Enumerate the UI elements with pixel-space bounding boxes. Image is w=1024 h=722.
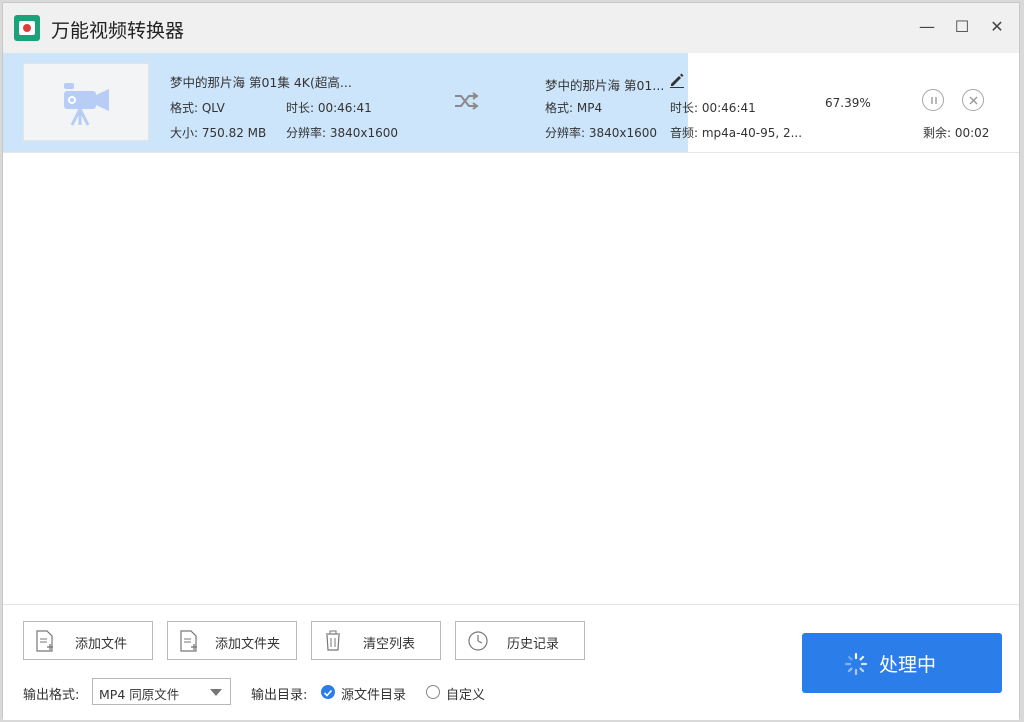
close-button[interactable]: ✕	[987, 17, 1007, 37]
pause-icon	[931, 97, 937, 104]
video-thumbnail	[23, 63, 149, 141]
process-button[interactable]: 处理中	[802, 633, 1002, 693]
output-dir-label: 输出目录:	[251, 688, 308, 703]
pause-button[interactable]	[922, 89, 944, 111]
radio-source-dir-label[interactable]: 源文件目录	[341, 684, 406, 703]
clear-list-label: 清空列表	[363, 637, 416, 652]
minimize-button[interactable]: —	[917, 17, 937, 37]
title-bar: 万能视频转换器 — ☐ ✕	[3, 3, 1019, 54]
history-label: 历史记录	[507, 637, 560, 652]
add-folder-button[interactable]: 添加文件夹	[167, 621, 297, 660]
target-resolution: 分辨率: 3840x1600	[545, 126, 658, 140]
add-file-icon	[36, 630, 53, 652]
target-audio: 音频: mp4a-40-95, 2...	[670, 126, 803, 140]
source-file-name: 梦中的那片海 第01集 4K(超高...	[170, 75, 352, 90]
output-format-select[interactable]: MP4 同原文件	[92, 678, 231, 705]
target-format: 格式: MP4	[545, 101, 603, 115]
trash-icon	[326, 630, 340, 651]
radio-custom-dir[interactable]	[426, 685, 440, 699]
process-button-label: 处理中	[879, 654, 937, 676]
remaining-time: 剩余: 00:02	[923, 126, 990, 140]
progress-percent: 67.39%	[825, 96, 871, 110]
app-logo-icon	[14, 15, 40, 41]
source-format: 格式: QLV	[170, 101, 225, 115]
close-circle-icon	[969, 96, 978, 105]
maximize-button[interactable]: ☐	[952, 17, 972, 37]
add-folder-label: 添加文件夹	[215, 637, 281, 652]
radio-source-dir[interactable]	[321, 685, 335, 699]
video-camera-icon	[64, 83, 109, 126]
source-size: 大小: 750.82 MB	[170, 126, 267, 140]
checkmark-icon	[323, 689, 333, 697]
loading-spinner-icon	[844, 652, 868, 676]
app-window: 万能视频转换器 — ☐ ✕ 梦中的那片海 第01集 4K(超高... 格式: Q…	[2, 2, 1020, 720]
output-format-value: MP4 同原文件	[99, 687, 180, 702]
target-file-name: 梦中的那片海 第01...	[545, 78, 665, 93]
file-item-row[interactable]: 梦中的那片海 第01集 4K(超高... 格式: QLV 时长: 00:46:4…	[3, 53, 1019, 153]
clear-list-button[interactable]: 清空列表	[311, 621, 441, 660]
bottom-panel: 添加文件 添加文件夹 清空列表 历史记录 处理中 输出格式: MP4 同原文件 …	[3, 604, 1019, 720]
pencil-icon[interactable]	[669, 72, 685, 88]
add-file-label: 添加文件	[75, 637, 128, 652]
shuffle-icon	[455, 92, 479, 110]
target-duration: 时长: 00:46:41	[670, 101, 756, 115]
add-folder-icon	[180, 630, 197, 652]
clock-icon	[468, 631, 488, 651]
source-duration: 时长: 00:46:41	[286, 101, 372, 115]
history-button[interactable]: 历史记录	[455, 621, 585, 660]
radio-custom-dir-label[interactable]: 自定义	[446, 684, 485, 703]
app-title: 万能视频转换器	[51, 20, 185, 42]
chevron-down-icon	[210, 689, 222, 696]
output-format-label: 输出格式:	[23, 688, 80, 703]
add-file-button[interactable]: 添加文件	[23, 621, 153, 660]
source-resolution: 分辨率: 3840x1600	[286, 126, 399, 140]
cancel-button[interactable]	[962, 89, 984, 111]
